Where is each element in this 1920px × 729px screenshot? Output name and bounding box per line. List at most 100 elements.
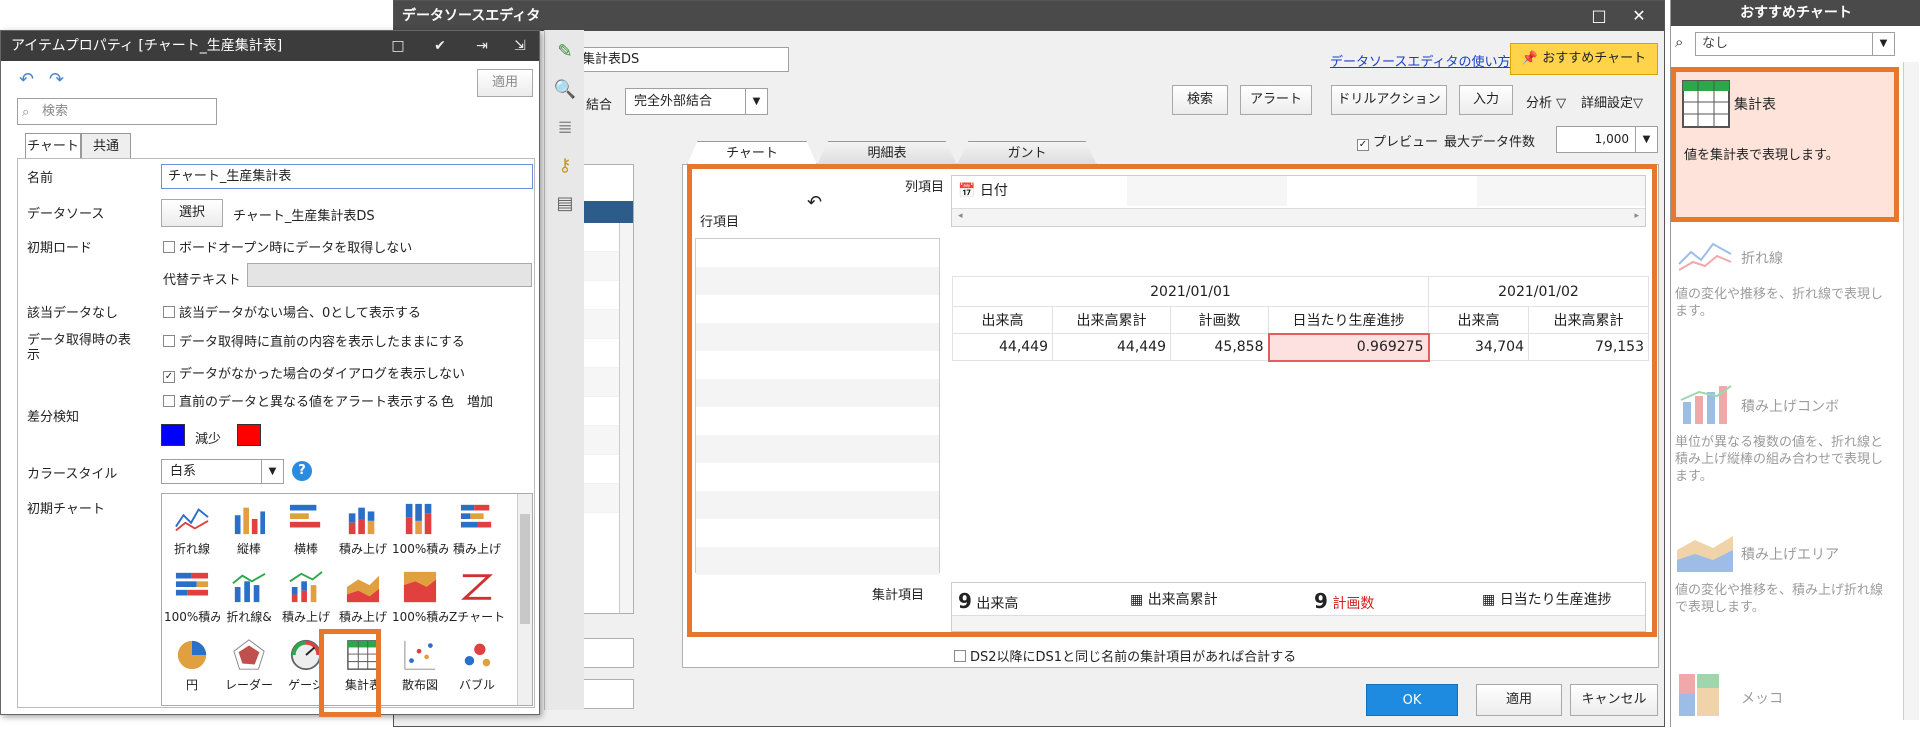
no-dialog-checkbox[interactable]: ✓ データがなかった場合のダイアログを表示しない bbox=[163, 363, 465, 383]
chart-type-option[interactable]: 散布図 bbox=[392, 632, 448, 700]
recommend-card-stacked-combo[interactable]: 積み上げコンボ 単位が異なる複数の値を、折れ線と積み上げ縦棒の組み合わせで表現し… bbox=[1671, 380, 1899, 530]
tab-detail-table[interactable]: 明細表 bbox=[817, 141, 957, 165]
recommend-chart-button[interactable]: 📌 おすすめチャート bbox=[1510, 43, 1658, 75]
chart-type-option[interactable]: 折れ線& bbox=[221, 564, 277, 632]
tab-gantt[interactable]: ガント bbox=[957, 141, 1097, 165]
recommend-card-stacked-area[interactable]: 積み上げエリア 値の変化や推移を、積み上げ折れ線で表現します。 bbox=[1671, 528, 1899, 678]
decrease-color-swatch[interactable] bbox=[161, 424, 185, 446]
card-description: 単位が異なる複数の値を、折れ線と積み上げ縦棒の組み合わせで表現します。 bbox=[1675, 435, 1884, 484]
chart-type-option[interactable]: Zチャート bbox=[449, 564, 505, 632]
chart-type-option[interactable]: バブル bbox=[449, 632, 505, 700]
max-records-select[interactable]: 1,000 ▼ bbox=[1556, 126, 1658, 153]
dock-icon[interactable]: ⇲ bbox=[509, 35, 531, 57]
check-icon[interactable]: ✔ bbox=[429, 35, 451, 57]
initial-load-label: 初期ロード bbox=[27, 241, 93, 256]
redo-icon[interactable]: ↷ bbox=[49, 69, 64, 90]
initial-load-checkbox[interactable]: ボードオープン時にデータを取得しない bbox=[163, 237, 412, 256]
select-datasource-button[interactable]: 選択 bbox=[161, 199, 223, 227]
chart-type-option[interactable]: 100%積み bbox=[392, 564, 448, 632]
card-title: 折れ線 bbox=[1741, 251, 1783, 267]
cancel-button[interactable]: キャンセル bbox=[1570, 684, 1658, 716]
chevron-down-icon[interactable]: ▼ bbox=[1635, 127, 1657, 152]
chevron-down-icon[interactable]: ▼ bbox=[745, 89, 767, 114]
chevron-down-icon[interactable]: ▼ bbox=[261, 460, 283, 483]
maximize-icon[interactable]: □ bbox=[1590, 7, 1608, 25]
preview-checkbox[interactable]: ✓ プレビュー bbox=[1357, 131, 1438, 151]
drill-action-button[interactable]: ドリルアクション bbox=[1331, 85, 1447, 115]
magnifier-icon[interactable]: 🔍 bbox=[553, 78, 577, 102]
name-field[interactable]: チャート_生産集計表 bbox=[161, 164, 533, 189]
initial-load-text: ボードオープン時にデータを取得しない bbox=[179, 241, 413, 256]
chart-type-option[interactable]: 縦棒 bbox=[221, 496, 277, 564]
chart-type-option[interactable]: 100%積み bbox=[392, 496, 448, 564]
maximize-icon[interactable]: □ bbox=[387, 35, 409, 57]
apply-button[interactable]: 適用 bbox=[477, 69, 533, 97]
preview-label: プレビュー bbox=[1373, 135, 1439, 150]
pin-icon[interactable]: ⇥ bbox=[471, 35, 493, 57]
help-icon[interactable]: ? bbox=[292, 461, 312, 481]
stacked-area-icon bbox=[346, 575, 380, 603]
checkbox-icon bbox=[163, 335, 175, 347]
analysis-label: 分析 bbox=[1526, 96, 1553, 111]
document-icon[interactable]: ▤ bbox=[553, 192, 577, 216]
stacked-100-horizontal-icon bbox=[175, 572, 209, 596]
sum-same-name-checkbox[interactable]: DS2以降にDS1と同じ名前の集計項目があれば合計する bbox=[954, 646, 1296, 665]
chart-type-option[interactable]: 100%積み bbox=[164, 564, 220, 632]
search-input[interactable]: ⌕ 検索 bbox=[17, 98, 217, 125]
undo-icon[interactable]: ↶ bbox=[19, 69, 34, 90]
detail-settings-menu[interactable]: 詳細設定▽ bbox=[1581, 92, 1643, 111]
diff-alert-checkbox[interactable]: 直前のデータと異なる値をアラート表示する bbox=[163, 391, 439, 410]
key-icon[interactable]: ⚷ bbox=[553, 154, 577, 178]
join-type-value: 完全外部結合 bbox=[634, 94, 713, 109]
recommend-filter-select[interactable]: なし ▼ bbox=[1695, 32, 1895, 56]
search-button[interactable]: 検索 bbox=[1172, 85, 1228, 115]
chart-type-label: 円 bbox=[185, 678, 198, 692]
apply-button[interactable]: 適用 bbox=[1476, 684, 1562, 716]
recommend-card-line[interactable]: 折れ線 値の変化や推移を、折れ線で表現します。 bbox=[1671, 232, 1899, 382]
no-data-text: 該当データがない場合、0として表示する bbox=[179, 306, 421, 321]
checkbox-icon bbox=[163, 395, 175, 407]
editor-title-bar[interactable]: データソースエディタ □ ✕ bbox=[394, 1, 1664, 31]
tab-chart[interactable]: チャート bbox=[687, 141, 817, 165]
analysis-menu[interactable]: 分析 ▽ bbox=[1526, 92, 1566, 111]
input-button[interactable]: 入力 bbox=[1459, 85, 1513, 115]
recommend-scrollbar[interactable] bbox=[1903, 62, 1919, 720]
color-label: 色 bbox=[441, 395, 455, 410]
datasource-name-field[interactable]: 集計表DS bbox=[579, 47, 789, 72]
join-label: 結合 bbox=[586, 98, 613, 113]
highlight-frame bbox=[687, 164, 1657, 637]
tab-chart[interactable]: チャート bbox=[25, 133, 81, 159]
chart-type-option[interactable]: 積み上げ bbox=[335, 496, 391, 564]
color-style-select[interactable]: 白系 ▼ bbox=[161, 459, 284, 484]
keep-previous-checkbox[interactable]: データ取得時に直前の内容を表示したままにする bbox=[163, 331, 465, 350]
join-type-select[interactable]: 完全外部結合 ▼ bbox=[625, 88, 768, 115]
chart-type-label: 積み上げ bbox=[281, 610, 330, 624]
database-icon[interactable]: ≣ bbox=[553, 116, 577, 140]
recommend-card-mekko[interactable]: メッコ bbox=[1671, 672, 1899, 722]
filter-value: なし bbox=[1702, 36, 1729, 51]
chart-type-option[interactable]: レーダー bbox=[221, 632, 277, 700]
chart-type-option[interactable]: 折れ線 bbox=[164, 496, 220, 564]
pencil-icon[interactable]: ✎ bbox=[553, 40, 577, 64]
chart-type-option[interactable]: 積み上げ bbox=[449, 496, 505, 564]
list-scrollbar[interactable] bbox=[619, 223, 633, 613]
chart-type-option[interactable]: 積み上げ bbox=[278, 564, 334, 632]
no-data-checkbox[interactable]: 該当データがない場合、0として表示する bbox=[163, 302, 421, 321]
chart-type-option[interactable]: 積み上げ bbox=[335, 564, 391, 632]
datasource-label: データソース bbox=[27, 207, 105, 222]
alert-button[interactable]: アラート bbox=[1240, 85, 1312, 115]
gallery-scrollbar[interactable] bbox=[517, 494, 532, 705]
scrollbar-thumb[interactable] bbox=[520, 514, 530, 624]
ok-button[interactable]: OK bbox=[1366, 684, 1458, 716]
usage-link[interactable]: データソースエディタの使い方 bbox=[1330, 51, 1510, 70]
chart-type-option[interactable]: 横棒 bbox=[278, 496, 334, 564]
recommend-card-summary-table[interactable]: 集計表 値を集計表で表現します。 bbox=[1671, 67, 1899, 222]
properties-title-bar[interactable]: アイテムプロパティ [チャート_生産集計表] □ ✔ ⇥ ⇲ bbox=[1, 31, 539, 61]
tab-common[interactable]: 共通 bbox=[81, 133, 131, 159]
close-icon[interactable]: ✕ bbox=[1630, 7, 1648, 25]
increase-color-swatch[interactable] bbox=[237, 424, 261, 446]
chart-type-option[interactable]: 円 bbox=[164, 632, 220, 700]
selected-chart-highlight bbox=[319, 629, 381, 717]
chevron-down-icon[interactable]: ▼ bbox=[1872, 33, 1894, 55]
stacked-combo-icon bbox=[289, 571, 323, 603]
